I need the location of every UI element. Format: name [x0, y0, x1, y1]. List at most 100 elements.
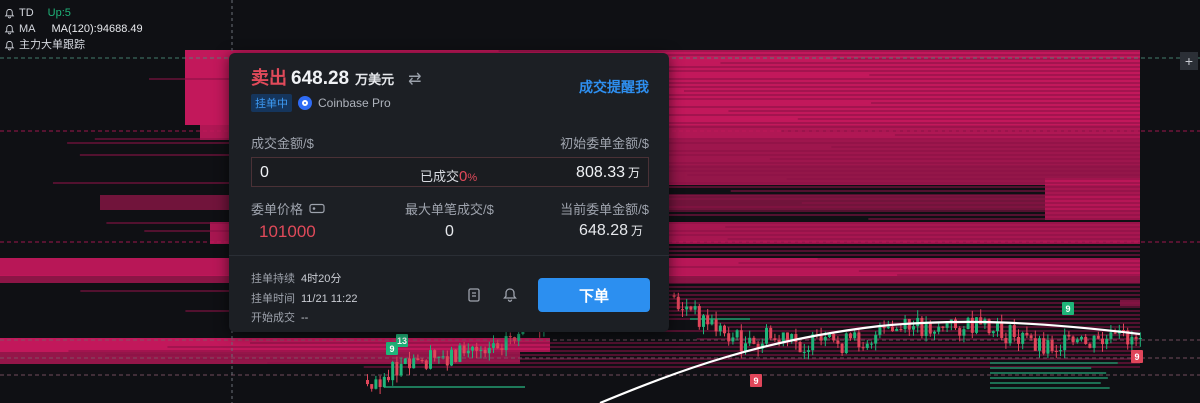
legend-td-label: TD — [19, 7, 34, 19]
legend-tracker[interactable]: 主力大单跟踪 — [4, 37, 143, 53]
candle-body — [399, 363, 403, 376]
candle-body — [802, 351, 806, 353]
initial-amount-label: 初始委单金额/$ — [560, 136, 649, 151]
candle-body — [744, 343, 747, 352]
candle-body — [954, 319, 957, 329]
panel-divider — [229, 255, 669, 256]
bell-icon[interactable] — [501, 286, 519, 304]
candle-body — [441, 356, 445, 358]
place-order-button[interactable]: 下单 — [538, 278, 650, 312]
td-marker-label: 9 — [389, 344, 394, 354]
sell-wall-line — [871, 102, 1140, 104]
candle-body — [387, 376, 390, 381]
current-amount-number: 648.28 — [579, 222, 628, 239]
candle-body — [962, 329, 966, 336]
candle-body — [1075, 339, 1079, 343]
sell-wall-line — [817, 258, 1140, 260]
candle-body — [1063, 334, 1067, 351]
indicator-legend: TD Up:5 MA MA(120):94688.49 主力大单跟踪 — [4, 5, 143, 53]
max-single-label: 最大单笔成交/$ — [405, 202, 494, 217]
candle-body — [1092, 335, 1096, 348]
max-single-value: 0 — [445, 223, 454, 240]
filled-percent: 已成交0% — [420, 166, 477, 185]
add-icon[interactable]: + — [1180, 52, 1198, 70]
legend-ma-value: MA(120):94688.49 — [51, 23, 143, 35]
coinbase-icon — [298, 96, 312, 110]
buy-wall-line — [990, 367, 1092, 369]
sell-wall-line — [858, 270, 1140, 272]
candle-body — [1080, 336, 1083, 340]
remind-me-link[interactable]: 成交提醒我 — [579, 77, 649, 97]
candle-body — [693, 306, 697, 310]
candle-body — [1050, 340, 1054, 351]
start-fill-row: 开始成交 -- — [251, 309, 308, 325]
candle-body — [1025, 332, 1029, 336]
sell-wall-line — [730, 190, 1140, 192]
candle-body — [882, 326, 886, 329]
swap-icon[interactable]: ⇄ — [408, 69, 421, 89]
document-icon[interactable] — [465, 286, 483, 304]
candle-body — [1084, 336, 1088, 344]
candle-body — [1138, 338, 1142, 340]
candle-body — [1105, 338, 1109, 345]
candle-body — [1101, 338, 1104, 345]
buy-wall-line — [990, 387, 1110, 389]
sell-wall-line — [687, 174, 1140, 176]
candle-body — [450, 349, 453, 366]
candle-body — [462, 345, 466, 354]
candle-body — [832, 333, 836, 341]
status-badge: 挂单中 — [251, 94, 292, 112]
candle-body — [689, 306, 693, 310]
candle-body — [718, 325, 722, 332]
candle-body — [975, 317, 978, 333]
sell-wall-line — [869, 74, 1140, 76]
tag-icon[interactable] — [309, 203, 325, 214]
candle-body — [996, 322, 999, 332]
candle-body — [1046, 340, 1050, 354]
order-price-value: 101000 — [259, 222, 316, 241]
candle-body — [714, 319, 718, 332]
current-amount-label: 当前委单金额/$ — [560, 202, 649, 217]
candle-body — [945, 322, 949, 328]
sell-wall-line — [720, 62, 1140, 64]
candle-body — [1113, 332, 1117, 334]
order-price-label: 委单价格 — [251, 199, 325, 218]
candle-body — [769, 327, 773, 339]
candle-body — [765, 327, 768, 344]
start-fill-label: 开始成交 — [251, 312, 295, 324]
candle-body — [1000, 322, 1004, 338]
candle-body — [823, 337, 827, 341]
candle-body — [937, 326, 941, 332]
candle-body — [819, 335, 823, 341]
candle-body — [378, 379, 382, 388]
duration-label: 挂单持续 — [251, 273, 295, 285]
candle-body — [1088, 343, 1092, 348]
initial-amount-number: 808.33 — [576, 164, 625, 181]
candle-body — [391, 361, 395, 381]
legend-ma[interactable]: MA MA(120):94688.49 — [4, 21, 143, 37]
sell-wall-line — [868, 218, 1140, 220]
td-marker-label: 9 — [1065, 304, 1070, 314]
candle-body — [941, 326, 945, 328]
sell-wall-line — [498, 50, 1140, 52]
td-marker-label: 9 — [1134, 352, 1139, 362]
candle-body — [508, 336, 512, 338]
candle-body — [966, 317, 970, 330]
legend-td[interactable]: TD Up:5 — [4, 5, 143, 21]
candle-body — [500, 348, 504, 351]
start-fill-value: -- — [301, 312, 309, 324]
buy-wall-line — [990, 372, 1107, 374]
sell-wall-line — [786, 178, 1140, 180]
candle-body — [382, 376, 386, 388]
filled-amount-label: 成交金额/$ — [251, 136, 314, 151]
candle-body — [836, 340, 840, 344]
current-amount-value: 648.28 万 — [579, 222, 643, 240]
candle-body — [496, 343, 500, 349]
legend-ma-label: MA — [19, 23, 36, 35]
candle-body — [807, 350, 810, 352]
buy-wall-line — [990, 362, 1118, 364]
bell-icon — [4, 40, 15, 50]
sell-wall-line — [167, 346, 1140, 348]
candle-body — [958, 328, 962, 336]
candle-body — [861, 347, 865, 349]
